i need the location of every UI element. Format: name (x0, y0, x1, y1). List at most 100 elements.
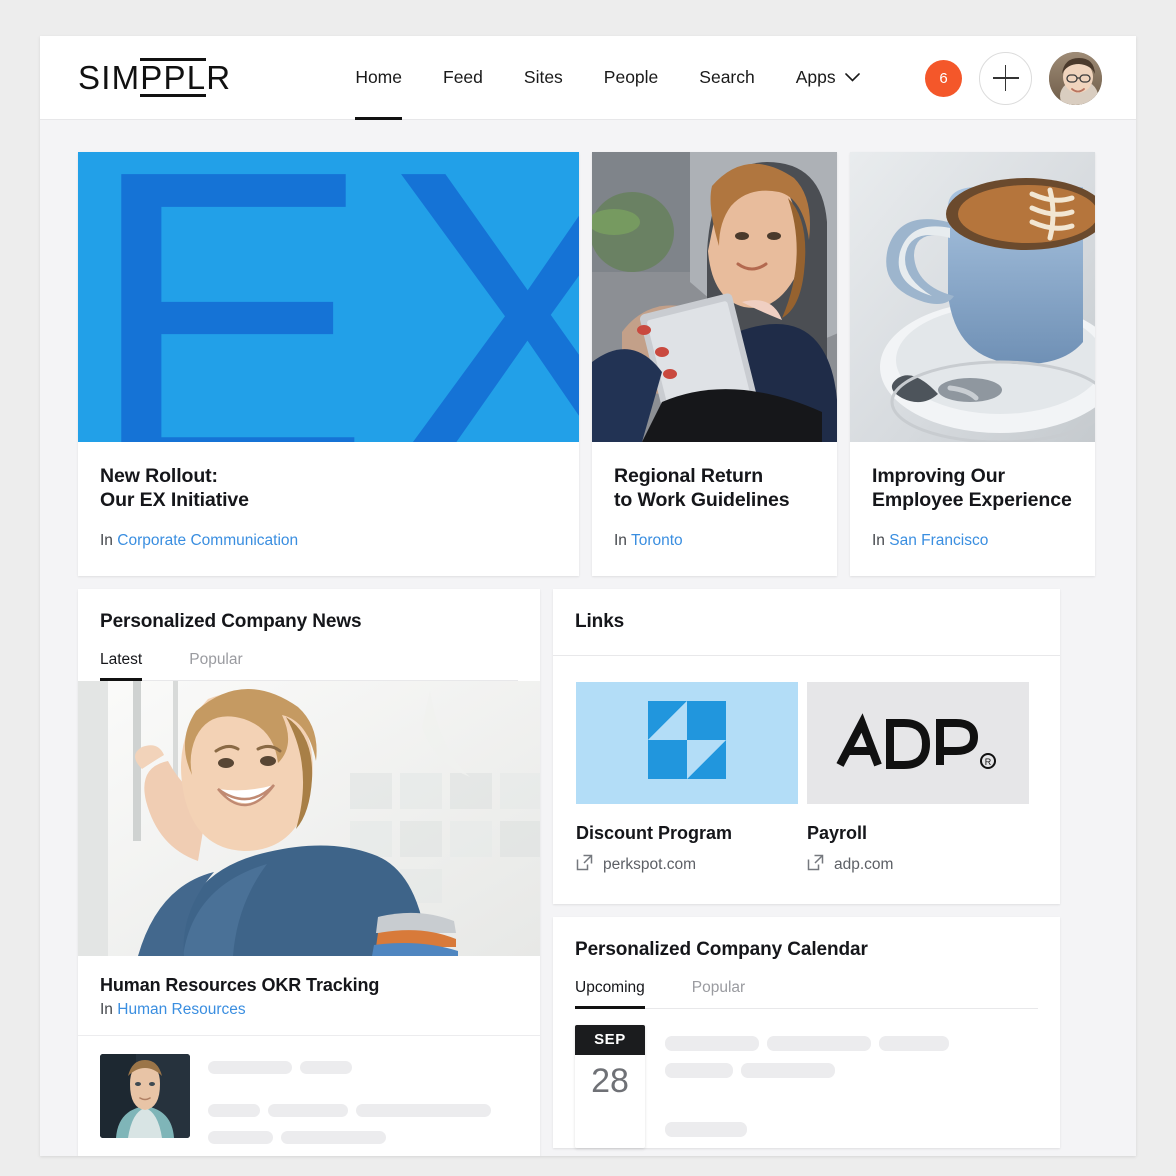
news-card-title: Personalized Company News (100, 610, 362, 632)
skeleton-bar (741, 1062, 835, 1078)
link-name-discount-program: Discount Program (576, 822, 733, 843)
site-link-corporate-communication[interactable]: Corporate Communication (117, 532, 298, 549)
nav-item-feed[interactable]: Feed (443, 36, 483, 120)
news-featured-body: Human Resources OKR Tracking In Human Re… (78, 956, 540, 1035)
tab-upcoming[interactable]: Upcoming (575, 978, 645, 1009)
avatar-photo (1049, 51, 1102, 105)
nav-item-apps[interactable]: Apps (796, 36, 860, 120)
news-featured-title: Human Resources OKR Tracking (100, 974, 380, 995)
calendar-event-row[interactable]: SEP 28 (553, 1009, 1060, 1148)
coffee-cup-photo-art (850, 152, 1095, 442)
featured-card-ex[interactable]: EX New Rollout: Our EX Initiative In Cor… (78, 152, 579, 576)
man-portrait-art (100, 1053, 190, 1138)
tab-latest[interactable]: Latest (100, 650, 143, 681)
coffee-cup-photo (850, 152, 1095, 442)
skeleton-bar (665, 1035, 759, 1051)
title-line-1: New Rollout: (100, 465, 218, 487)
header-actions: 6 (925, 36, 1102, 120)
skeleton-row-3 (208, 1129, 518, 1147)
perkspot-logo (576, 681, 798, 804)
featured-card-return-to-work-title: Regional Return to Work Guidelines (614, 465, 815, 513)
featured-card-employee-experience-body: Improving Our Employee Experience In San… (850, 442, 1095, 576)
perkspot-diamond-icon (648, 700, 726, 779)
skeleton-bar (208, 1060, 292, 1074)
notification-count: 6 (939, 69, 948, 87)
skeleton-bar (208, 1103, 260, 1117)
nav-label-people: People (603, 67, 659, 87)
woman-tablet-photo-art (592, 152, 837, 442)
skeleton-bar (356, 1103, 491, 1117)
title-line-1: Regional Return (614, 465, 764, 487)
links-card: Links Discount Program perkspot.com R Pa… (553, 588, 1060, 904)
smiling-woman-office-art (78, 680, 540, 956)
link-url-text: adp.com (834, 855, 894, 873)
skeleton-row-1 (208, 1059, 518, 1077)
news-list-item[interactable] (78, 1034, 540, 1156)
tab-popular-news[interactable]: Popular (189, 651, 242, 680)
title-line-2: Our EX Initiative (100, 488, 249, 511)
news-item-thumbnail (100, 1053, 190, 1138)
site-link-human-resources[interactable]: Human Resources (117, 1001, 245, 1018)
link-item-discount-program[interactable]: Discount Program perkspot.com (576, 681, 798, 876)
title-line-1: Improving Our (872, 465, 1006, 487)
plus-icon (992, 65, 1019, 91)
tab-popular-label: Popular (189, 650, 243, 668)
skeleton-bar (767, 1035, 871, 1051)
link-url-text: perkspot.com (603, 855, 697, 873)
nav-item-home[interactable]: Home (355, 36, 402, 120)
featured-card-return-to-work-body: Regional Return to Work Guidelines In To… (592, 442, 837, 576)
tab-latest-label: Latest (100, 650, 143, 668)
right-column: Links Discount Program perkspot.com R Pa… (553, 588, 1060, 1156)
app-window: SIM PPL R Home Feed Sites People Search Ap… (40, 36, 1136, 1156)
tab-popular-calendar[interactable]: Popular (692, 979, 745, 1008)
top-header: SIM PPL R Home Feed Sites People Search Ap… (40, 36, 1136, 120)
title-line-2: to Work Guidelines (614, 488, 790, 511)
news-featured-photo[interactable] (78, 680, 540, 956)
featured-card-ex-body: New Rollout: Our EX Initiative In Corpor… (78, 442, 579, 576)
link-url-perkspot[interactable]: perkspot.com (576, 854, 798, 876)
adp-logo: R (807, 681, 1029, 804)
nav-label-sites: Sites (523, 67, 563, 87)
nav-label-search: Search (699, 67, 755, 87)
site-link-san-francisco[interactable]: San Francisco (889, 532, 988, 549)
site-link-toronto[interactable]: Toronto (631, 532, 683, 549)
nav-item-search[interactable]: Search (699, 36, 754, 120)
logo-suffix: R (206, 58, 232, 96)
featured-card-employee-experience-title: Improving Our Employee Experience (872, 465, 1073, 513)
news-item-skeleton (208, 1054, 518, 1156)
news-featured-meta: In Human Resources (100, 1001, 518, 1019)
personalized-company-calendar-card: Personalized Company Calendar Upcoming P… (553, 916, 1060, 1148)
skeleton-bar (665, 1062, 733, 1078)
skeleton-bar (281, 1130, 386, 1144)
link-item-payroll[interactable]: R Payroll adp.com (807, 681, 1029, 876)
featured-card-return-to-work[interactable]: Regional Return to Work Guidelines In To… (592, 152, 837, 576)
simpplr-logo[interactable]: SIM PPL R (78, 58, 232, 97)
calendar-event-skeleton (665, 1025, 1038, 1148)
woman-tablet-photo (592, 152, 837, 442)
in-label: In (872, 531, 885, 549)
skeleton-bar (665, 1121, 747, 1137)
skeleton-row-2 (208, 1102, 518, 1120)
notification-badge[interactable]: 6 (925, 59, 962, 97)
tab-upcoming-label: Upcoming (575, 978, 645, 996)
event-date-chip: SEP 28 (575, 1024, 645, 1148)
lower-content-row: Personalized Company News Latest Popular (78, 588, 1098, 1156)
featured-card-employee-experience[interactable]: Improving Our Employee Experience In San… (850, 152, 1095, 576)
featured-card-ex-meta: In Corporate Communication (100, 532, 557, 550)
ex-graphic-letters: EX (86, 152, 579, 442)
featured-card-ex-title: New Rollout: Our EX Initiative (100, 465, 557, 513)
nav-item-people[interactable]: People (604, 36, 659, 120)
logo-prefix: SIM (78, 58, 141, 96)
create-button[interactable] (979, 51, 1032, 105)
skeleton-row-1 (665, 1035, 1038, 1053)
nav-item-sites[interactable]: Sites (524, 36, 563, 120)
news-card-header: Personalized Company News Latest Popular (78, 589, 540, 681)
links-card-title: Links (575, 610, 625, 632)
links-card-header: Links (553, 589, 1060, 655)
page-content: EX New Rollout: Our EX Initiative In Cor… (40, 120, 1136, 1156)
link-url-adp[interactable]: adp.com (807, 854, 1029, 876)
calendar-card-tabs: Upcoming Popular (575, 979, 1038, 1009)
avatar[interactable] (1049, 51, 1102, 105)
calendar-card-header: Personalized Company Calendar Upcoming P… (553, 917, 1060, 1009)
external-link-icon (807, 854, 824, 876)
